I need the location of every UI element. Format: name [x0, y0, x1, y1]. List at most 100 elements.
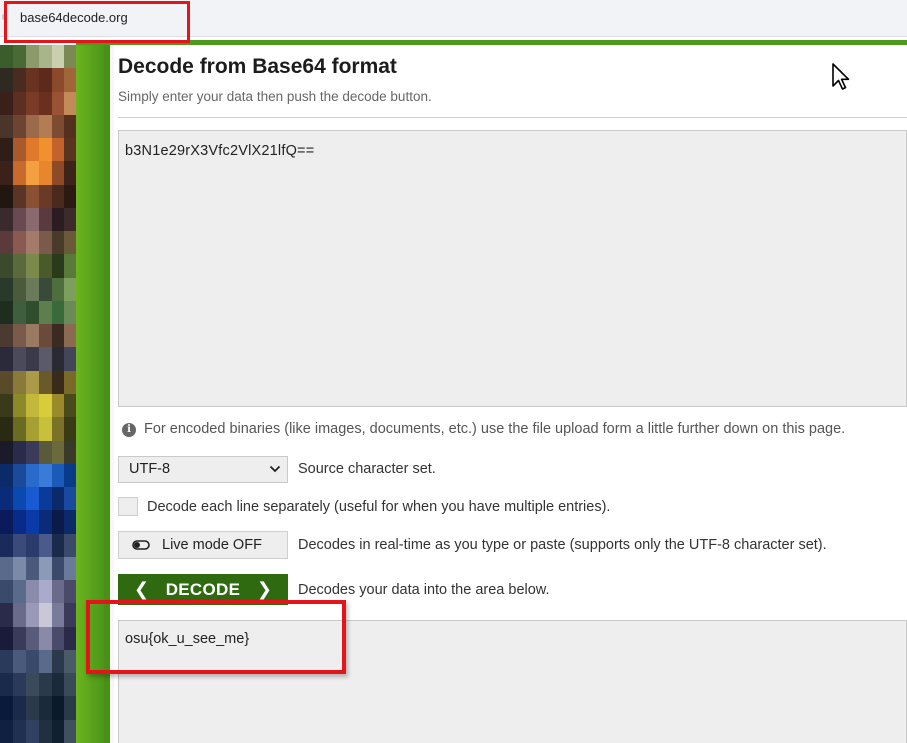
pixel-block	[39, 417, 52, 442]
pixel-block	[26, 91, 39, 116]
pixel-block	[0, 649, 13, 674]
pixel-block	[64, 580, 76, 605]
pixel-block	[26, 231, 39, 256]
pixel-block	[64, 556, 76, 581]
pixel-block	[0, 231, 13, 256]
pixel-block	[64, 300, 76, 325]
pixel-block	[26, 626, 39, 651]
pixel-block	[0, 138, 13, 163]
pixel-block	[64, 347, 76, 372]
base64-input-textarea[interactable]: b3N1e29rX3Vfc2VlX21lfQ==	[118, 130, 907, 407]
pixel-block	[64, 696, 76, 721]
pixel-block	[64, 324, 76, 349]
pixel-block	[26, 207, 39, 232]
decode-each-line-checkbox[interactable]	[118, 497, 138, 516]
pixel-block	[39, 556, 52, 581]
pixel-block	[13, 556, 26, 581]
pixel-block	[39, 487, 52, 512]
pixel-block	[13, 580, 26, 605]
pixel-block	[26, 580, 39, 605]
pixel-block	[64, 487, 76, 512]
pixel-block	[13, 487, 26, 512]
pixel-block	[0, 45, 13, 69]
pixel-block	[26, 440, 39, 465]
pixel-block	[13, 649, 26, 674]
pixel-block	[39, 510, 52, 535]
live-mode-description: Decodes in real-time as you type or past…	[298, 537, 827, 553]
binary-notice-text: For encoded binaries (like images, docum…	[144, 421, 846, 437]
pixel-block	[26, 45, 39, 69]
toggle-icon	[132, 540, 150, 550]
pixel-block	[0, 394, 13, 418]
pixel-block	[39, 440, 52, 465]
pixel-block	[39, 696, 52, 721]
pixel-block	[64, 510, 76, 535]
pixel-block	[64, 394, 76, 418]
pixel-block	[39, 347, 52, 372]
pixel-block	[64, 45, 76, 69]
pixel-block	[13, 370, 26, 395]
charset-select[interactable]: UTF-8	[118, 456, 288, 483]
pixel-block	[26, 68, 39, 93]
live-mode-label: Live mode OFF	[162, 537, 262, 553]
pixel-block	[64, 673, 76, 698]
pixel-block	[0, 417, 13, 442]
pixel-block	[39, 394, 52, 418]
pixel-block	[26, 347, 39, 372]
pixel-block	[39, 649, 52, 674]
pixel-block	[26, 719, 39, 743]
pixel-block	[0, 324, 13, 349]
pixel-block	[64, 184, 76, 209]
pixel-block	[64, 114, 76, 139]
pixel-block	[64, 417, 76, 442]
pixel-block	[0, 207, 13, 232]
pixel-block	[39, 580, 52, 605]
page-subtitle: Simply enter your data then push the dec…	[118, 89, 432, 104]
charset-label: Source character set.	[298, 461, 436, 477]
pixel-block	[13, 300, 26, 325]
pixel-block	[0, 487, 13, 512]
pixel-block	[64, 91, 76, 116]
pixel-block	[64, 440, 76, 465]
pixel-block	[64, 533, 76, 558]
pixel-block	[26, 370, 39, 395]
divider	[118, 117, 907, 118]
pixel-block	[13, 138, 26, 163]
live-mode-button[interactable]: Live mode OFF	[118, 531, 288, 559]
pixel-block	[0, 300, 13, 325]
pixel-block	[13, 184, 26, 209]
charset-selected-value: UTF-8	[129, 461, 171, 477]
pixel-block	[39, 91, 52, 116]
pixel-block	[64, 370, 76, 395]
pixel-block	[0, 626, 13, 651]
pixel-block	[13, 510, 26, 535]
pixelated-sidebar-image	[0, 45, 76, 743]
decode-description: Decodes your data into the area below.	[298, 582, 550, 598]
pixel-block	[26, 161, 39, 186]
pixel-block	[0, 580, 13, 605]
pixel-block	[13, 161, 26, 186]
pixel-block	[39, 626, 52, 651]
pixel-block	[26, 254, 39, 279]
pixel-block	[26, 138, 39, 163]
pixel-block	[13, 440, 26, 465]
pixel-block	[39, 324, 52, 349]
pixel-block	[26, 533, 39, 558]
pixel-block	[64, 254, 76, 279]
pixel-block	[0, 91, 13, 116]
pixel-block	[0, 510, 13, 535]
pixel-block	[0, 463, 13, 488]
pixel-block	[0, 370, 13, 395]
pixel-block	[13, 347, 26, 372]
page-title: Decode from Base64 format	[118, 55, 397, 78]
pixel-block	[13, 114, 26, 139]
pixel-block	[0, 440, 13, 465]
pixel-block	[64, 207, 76, 232]
pixel-block	[26, 324, 39, 349]
pixel-block	[26, 603, 39, 628]
pixel-block	[0, 254, 13, 279]
decode-each-line-label[interactable]: Decode each line separately (useful for …	[147, 499, 610, 515]
pixel-block	[13, 277, 26, 302]
pixel-block	[0, 533, 13, 558]
pixel-block	[13, 417, 26, 442]
